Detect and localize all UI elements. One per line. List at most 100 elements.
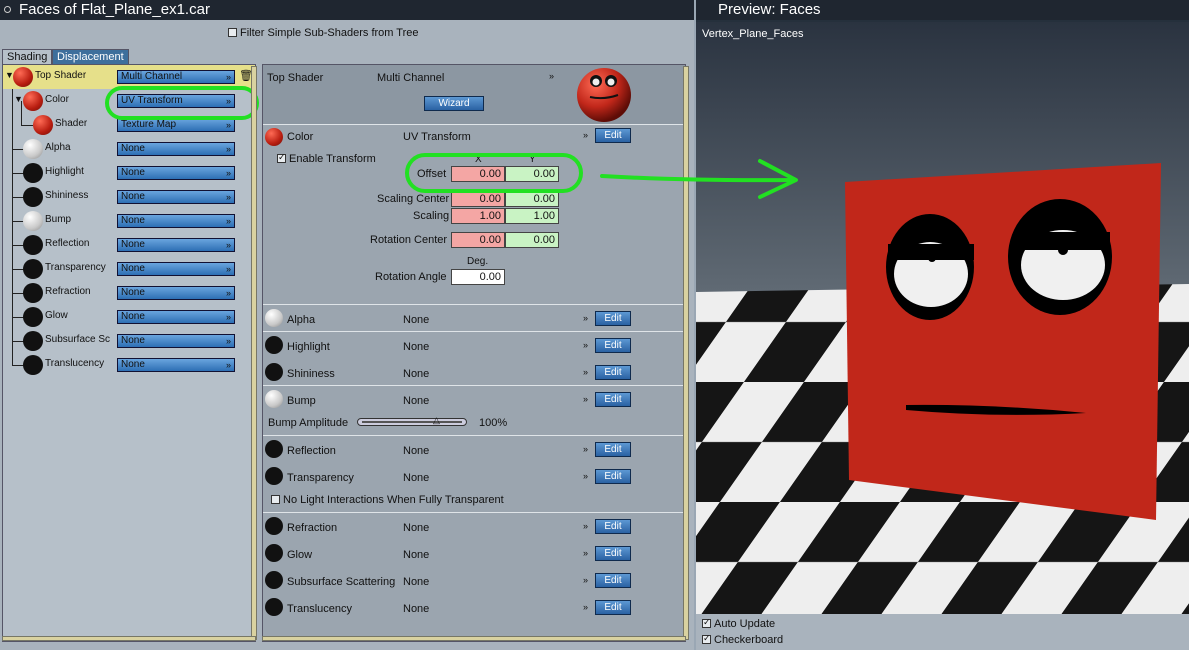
highlight-select[interactable]: None » — [117, 166, 235, 180]
transparency-edit-button[interactable]: Edit — [595, 469, 631, 484]
tab-shading[interactable]: Shading — [2, 49, 53, 64]
chevron-down-icon[interactable]: » — [583, 575, 588, 585]
tree-item-refraction[interactable]: Refraction None » — [3, 281, 255, 305]
translucency-edit-button[interactable]: Edit — [595, 600, 631, 615]
reflection-select[interactable]: None » — [117, 238, 235, 252]
chevron-down-icon[interactable]: » — [583, 444, 588, 454]
tab-displacement[interactable]: Displacement — [52, 49, 129, 64]
enable-transform-row[interactable]: Enable Transform — [277, 152, 376, 165]
color-value[interactable]: UV Transform — [403, 131, 471, 143]
rotation-center-x-field[interactable]: 0.00 — [451, 232, 505, 248]
tree-item-alpha[interactable]: Alpha None » — [3, 137, 255, 161]
auto-update-row[interactable]: Auto Update — [702, 617, 775, 630]
chevron-down-icon[interactable]: » — [583, 367, 588, 377]
subsurface-edit-button[interactable]: Edit — [595, 573, 631, 588]
chevron-down-icon[interactable]: » — [583, 340, 588, 350]
chevron-down-icon[interactable]: » — [583, 130, 588, 140]
glow-select[interactable]: None » — [117, 310, 235, 324]
bump-select[interactable]: None » — [117, 214, 235, 228]
filter-checkbox[interactable] — [228, 28, 237, 37]
preview-titlebar[interactable]: Preview: Faces — [696, 0, 1189, 20]
refraction-edit-button[interactable]: Edit — [595, 519, 631, 534]
shader-editor-titlebar[interactable]: Faces of Flat_Plane_ex1.car — [0, 0, 694, 20]
chevron-down-icon[interactable]: » — [583, 394, 588, 404]
channel-value[interactable]: None — [403, 341, 429, 353]
rotation-center-y-field[interactable]: 0.00 — [505, 232, 559, 248]
shader-ball-icon — [23, 283, 43, 303]
tree-item-translucency[interactable]: Translucency None » — [3, 353, 255, 377]
top-shader-select[interactable]: Multi Channel » — [117, 70, 235, 84]
channel-value[interactable]: None — [403, 368, 429, 380]
tree-item-glow[interactable]: Glow None » — [3, 305, 255, 329]
scaling-x-field[interactable]: 1.00 — [451, 208, 505, 224]
glow-edit-button[interactable]: Edit — [595, 546, 631, 561]
chevron-down-icon[interactable]: » — [583, 313, 588, 323]
tree-item-shininess[interactable]: Shininess None » — [3, 185, 255, 209]
no-light-checkbox[interactable] — [271, 495, 280, 504]
reflection-edit-button[interactable]: Edit — [595, 442, 631, 457]
select-value: None — [121, 311, 145, 322]
channel-value[interactable]: None — [403, 395, 429, 407]
scaling-y-field[interactable]: 1.00 — [505, 208, 559, 224]
chevron-down-icon[interactable]: » — [583, 471, 588, 481]
top-shader-value[interactable]: Multi Channel — [377, 72, 444, 84]
channel-value[interactable]: None — [403, 314, 429, 326]
filter-row[interactable]: Filter Simple Sub-Shaders from Tree — [228, 27, 419, 39]
enable-transform-checkbox[interactable] — [277, 152, 286, 163]
shader-select[interactable]: Texture Map » — [117, 118, 235, 132]
rotation-angle-field[interactable]: 0.00 — [451, 269, 505, 285]
channel-transparency: Transparency None » Edit No Light Intera… — [263, 463, 685, 513]
panel-scrollbar[interactable] — [683, 66, 689, 640]
tree-item-transparency[interactable]: Transparency None » — [3, 257, 255, 281]
tree-item-subsurface[interactable]: Subsurface Sc None » — [3, 329, 255, 353]
tree-item-label: Top Shader — [35, 70, 87, 81]
expand-triangle-icon[interactable]: ▼ — [14, 94, 23, 104]
tree-scrollbar[interactable] — [251, 66, 257, 640]
tree-item-label: Reflection — [45, 238, 90, 249]
shader-preview-ball — [577, 68, 631, 122]
scaling-center-x-field[interactable]: 0.00 — [451, 191, 505, 207]
auto-update-checkbox[interactable] — [702, 617, 711, 628]
panel-hscrollbar[interactable] — [262, 636, 686, 641]
wizard-button[interactable]: Wizard — [424, 96, 484, 111]
tree-item-reflection[interactable]: Reflection None » — [3, 233, 255, 257]
shininess-edit-button[interactable]: Edit — [595, 365, 631, 380]
channel-value[interactable]: None — [403, 576, 429, 588]
chevron-down-icon[interactable]: » — [583, 521, 588, 531]
shininess-select[interactable]: None » — [117, 190, 235, 204]
bump-edit-button[interactable]: Edit — [595, 392, 631, 407]
checkerboard-checkbox[interactable] — [702, 633, 711, 644]
alpha-edit-button[interactable]: Edit — [595, 311, 631, 326]
channel-value[interactable]: None — [403, 522, 429, 534]
channel-bump: Bump None » Edit Bump Amplitude △ 100% — [263, 386, 685, 436]
channel-ball-icon — [265, 571, 283, 589]
tree-item-bump[interactable]: Bump None » — [3, 209, 255, 233]
chevron-down-icon[interactable]: » — [549, 71, 554, 81]
chevron-down-icon[interactable]: » — [583, 548, 588, 558]
tree-item-highlight[interactable]: Highlight None » — [3, 161, 255, 185]
highlight-edit-button[interactable]: Edit — [595, 338, 631, 353]
checkerboard-row[interactable]: Checkerboard — [702, 633, 783, 646]
channel-ball-icon — [265, 467, 283, 485]
bump-amplitude-slider[interactable]: △ — [357, 415, 467, 426]
render-viewport[interactable]: Vertex_Plane_Faces — [696, 22, 1189, 614]
color-edit-button[interactable]: Edit — [595, 128, 631, 143]
chevron-down-icon[interactable]: » — [583, 602, 588, 612]
transparency-select[interactable]: None » — [117, 262, 235, 276]
channel-value[interactable]: None — [403, 445, 429, 457]
channel-value[interactable]: None — [403, 472, 429, 484]
channel-value[interactable]: None — [403, 603, 429, 615]
select-value: Texture Map — [121, 119, 177, 130]
tree-hscrollbar[interactable] — [2, 636, 256, 641]
channel-value[interactable]: None — [403, 549, 429, 561]
window-close-icon[interactable] — [4, 6, 11, 13]
subsurface-select[interactable]: None » — [117, 334, 235, 348]
refraction-select[interactable]: None » — [117, 286, 235, 300]
scaling-center-y-field[interactable]: 0.00 — [505, 191, 559, 207]
alpha-select[interactable]: None » — [117, 142, 235, 156]
channel-refraction: Refraction None » Edit — [263, 513, 685, 540]
translucency-select[interactable]: None » — [117, 358, 235, 372]
annotation-ellipse — [105, 86, 259, 120]
no-light-row[interactable]: No Light Interactions When Fully Transpa… — [271, 494, 504, 506]
slider-thumb-icon[interactable]: △ — [433, 415, 440, 426]
